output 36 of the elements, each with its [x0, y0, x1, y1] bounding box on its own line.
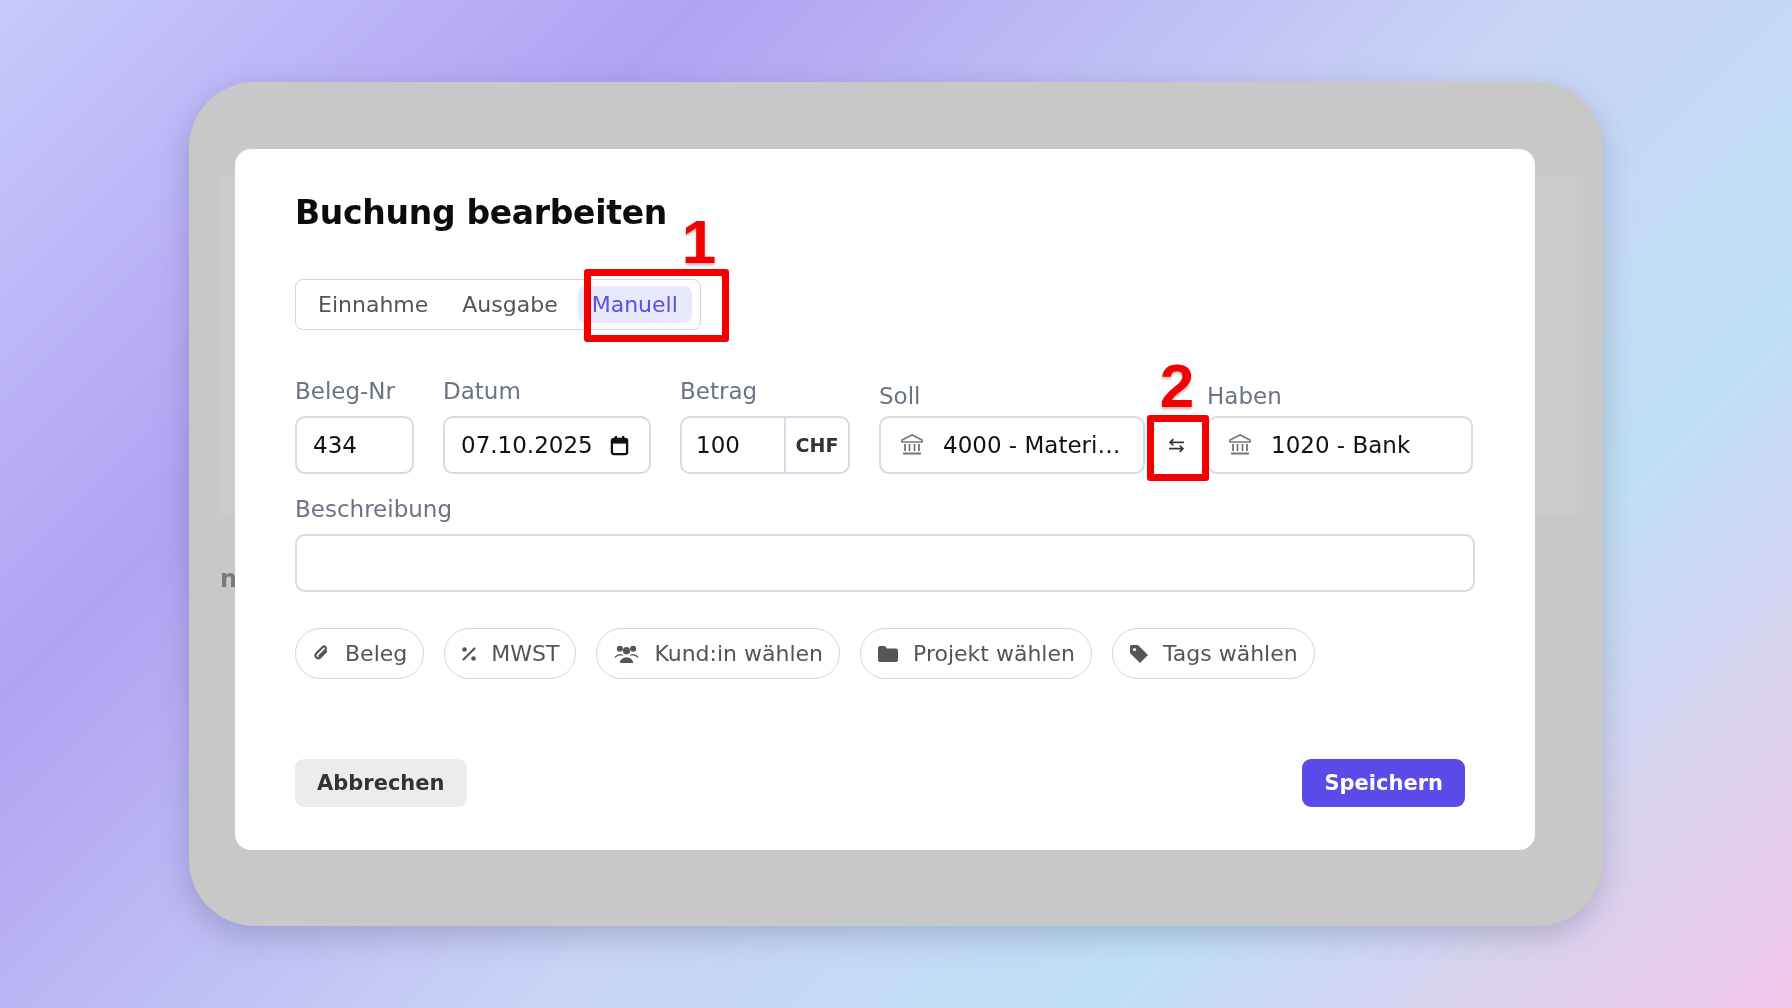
- chip-button[interactable]: Beleg: [295, 628, 425, 679]
- save-button[interactable]: Speichern: [1302, 759, 1465, 807]
- tag-icon: [1128, 643, 1149, 664]
- folder-icon: [877, 644, 900, 663]
- chip-button[interactable]: Tags wählen: [1111, 628, 1315, 679]
- bank-icon: [901, 434, 923, 456]
- percent-icon: [461, 645, 478, 662]
- amount-field[interactable]: 100: [682, 418, 784, 472]
- swap-arrows-icon: [1167, 437, 1185, 453]
- receipt-number-field[interactable]: 434: [295, 416, 414, 474]
- description-field[interactable]: [295, 534, 1475, 592]
- field-label: Beschreibung: [295, 495, 453, 524]
- background-text: n: [220, 565, 238, 593]
- people-icon: [613, 644, 641, 663]
- annotation-number: 1: [681, 211, 717, 273]
- annotation-box: [1147, 415, 1209, 481]
- chip-button[interactable]: Kund:in wählen: [596, 628, 841, 679]
- tab[interactable]: Manuell: [577, 286, 692, 323]
- credit-account-field[interactable]: 1020 - Bank: [1207, 416, 1473, 474]
- dialog-title: Buchung bearbeiten: [295, 192, 668, 234]
- field-label: Haben: [1207, 382, 1283, 411]
- cancel-button[interactable]: Abbrechen: [295, 759, 467, 807]
- field-label: Soll: [879, 382, 922, 411]
- chip-button[interactable]: Projekt wählen: [860, 628, 1092, 679]
- field-label: Betrag: [680, 377, 759, 406]
- currency-label: CHF: [784, 418, 848, 472]
- debit-account-field[interactable]: 4000 - Materi…: [879, 416, 1145, 474]
- date-field[interactable]: 07.10.2025: [443, 416, 651, 474]
- tab[interactable]: Ausgabe: [448, 286, 572, 323]
- field-label: Datum: [443, 377, 522, 406]
- tab[interactable]: Einnahme: [304, 286, 443, 323]
- calendar-icon: [610, 434, 629, 456]
- annotation-number: 2: [1159, 355, 1195, 417]
- chip-button[interactable]: MWST: [444, 628, 577, 679]
- field-label: Beleg-Nr: [295, 377, 397, 406]
- bank-icon: [1229, 434, 1251, 456]
